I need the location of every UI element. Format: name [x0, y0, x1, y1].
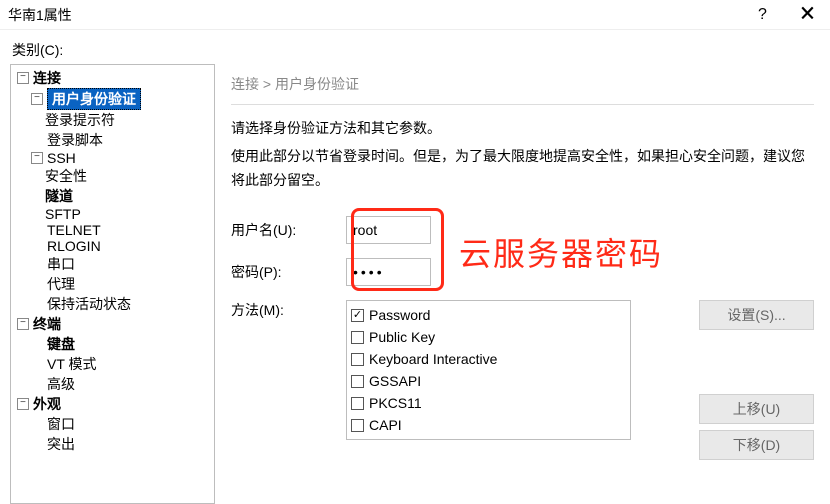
tree-sftp[interactable]: SFTP [45, 206, 81, 222]
methods-listbox[interactable]: ✓Password Public Key Keyboard Interactiv… [346, 300, 631, 440]
tree-terminal[interactable]: 终端 [33, 314, 61, 334]
method-publickey[interactable]: Public Key [351, 326, 626, 348]
tree-ssh[interactable]: SSH [47, 150, 76, 166]
breadcrumb: 连接 > 用户身份验证 [231, 74, 814, 105]
category-label: 类别(C): [12, 40, 820, 60]
tree-rlogin[interactable]: RLOGIN [47, 238, 101, 254]
checkbox-icon[interactable] [351, 331, 364, 344]
tree-tunnel[interactable]: 隧道 [45, 186, 73, 206]
collapse-icon[interactable]: − [31, 152, 43, 164]
collapse-icon[interactable]: − [17, 318, 29, 330]
tree-window[interactable]: 窗口 [47, 414, 75, 434]
tree-highlight[interactable]: 突出 [47, 434, 75, 454]
category-tree[interactable]: −连接 −用户身份验证 登录提示符 登录脚本 −SSH 安全性 隧道 SFTP … [10, 64, 215, 504]
checkbox-icon[interactable] [351, 375, 364, 388]
tree-vtmode[interactable]: VT 模式 [47, 354, 97, 374]
username-input[interactable] [346, 216, 431, 244]
method-kbi[interactable]: Keyboard Interactive [351, 348, 626, 370]
tree-user-auth[interactable]: 用户身份验证 [47, 88, 141, 110]
tree-login-script[interactable]: 登录脚本 [47, 130, 103, 150]
tree-proxy[interactable]: 代理 [47, 274, 75, 294]
title-bar: 华南1属性 ? 🗙 [0, 0, 830, 30]
help-button[interactable]: ? [740, 0, 785, 30]
tree-telnet[interactable]: TELNET [47, 222, 101, 238]
tree-appearance[interactable]: 外观 [33, 394, 61, 414]
tree-keyboard[interactable]: 键盘 [47, 334, 75, 354]
method-pkcs11[interactable]: PKCS11 [351, 392, 626, 414]
method-password[interactable]: ✓Password [351, 304, 626, 326]
setup-button[interactable]: 设置(S)... [699, 300, 814, 330]
password-label: 密码(P): [231, 262, 346, 282]
collapse-icon[interactable]: − [31, 93, 43, 105]
moveup-button[interactable]: 上移(U) [699, 394, 814, 424]
method-gssapi[interactable]: GSSAPI [351, 370, 626, 392]
checkbox-icon[interactable] [351, 353, 364, 366]
collapse-icon[interactable]: − [17, 72, 29, 84]
tree-login-prompt[interactable]: 登录提示符 [45, 110, 115, 130]
checkbox-icon[interactable] [351, 397, 364, 410]
settings-panel: 连接 > 用户身份验证 请选择身份验证方法和其它参数。 使用此部分以节省登录时间… [225, 64, 820, 504]
description-2: 使用此部分以节省登录时间。但是，为了最大限度地提高安全性，如果担心安全问题，建议… [231, 145, 814, 193]
window-title: 华南1属性 [8, 5, 740, 25]
movedown-button[interactable]: 下移(D) [699, 430, 814, 460]
tree-connection[interactable]: 连接 [33, 68, 61, 88]
tree-keepalive[interactable]: 保持活动状态 [47, 294, 131, 314]
description-1: 请选择身份验证方法和其它参数。 [231, 117, 814, 141]
checkbox-icon[interactable]: ✓ [351, 309, 364, 322]
close-button[interactable]: 🗙 [785, 0, 830, 30]
checkbox-icon[interactable] [351, 419, 364, 432]
tree-advanced[interactable]: 高级 [47, 374, 75, 394]
methods-label: 方法(M): [231, 300, 346, 320]
collapse-icon[interactable]: − [17, 398, 29, 410]
tree-security[interactable]: 安全性 [45, 166, 87, 186]
tree-serial[interactable]: 串口 [47, 254, 75, 274]
username-label: 用户名(U): [231, 220, 346, 240]
method-capi[interactable]: CAPI [351, 414, 626, 436]
password-input[interactable] [346, 258, 431, 286]
